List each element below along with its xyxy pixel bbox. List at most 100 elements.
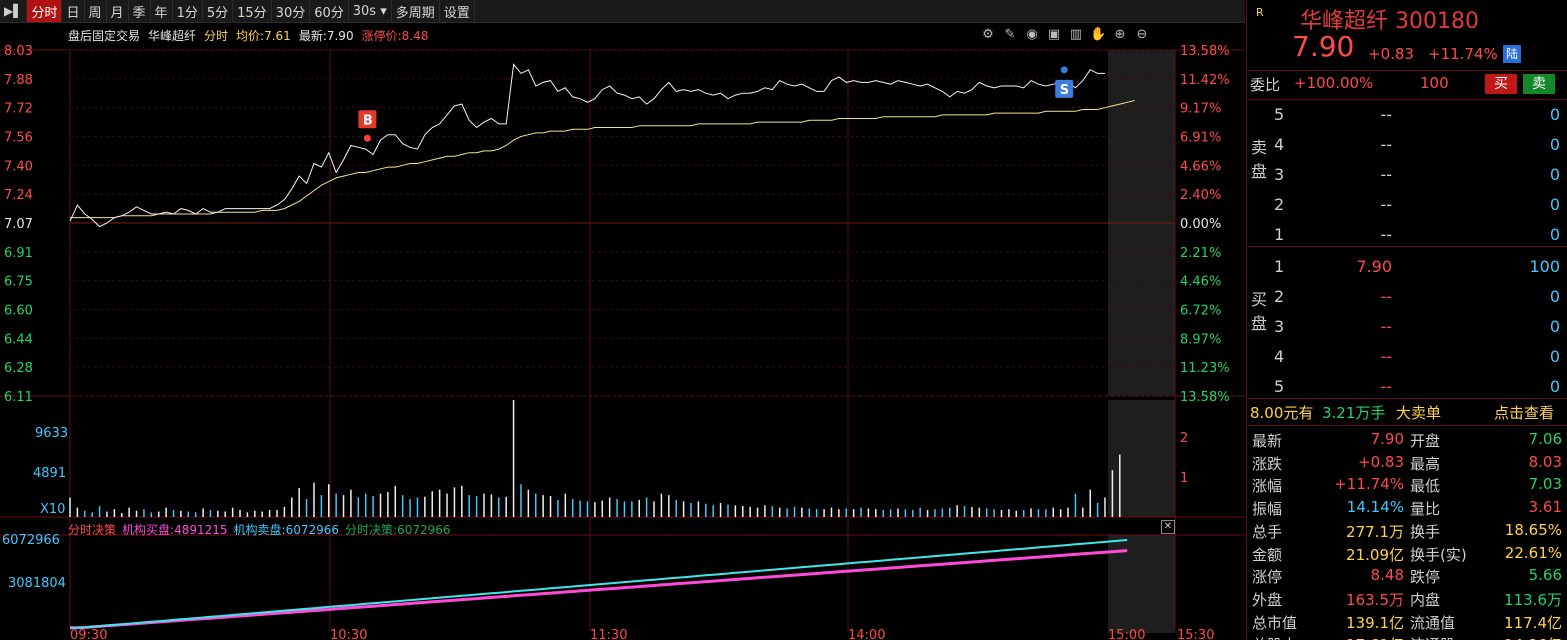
period-tab[interactable]: 日 (62, 0, 85, 22)
after-hours-region (1108, 400, 1175, 517)
price-tick-label: 6.28 (4, 361, 33, 376)
stat-value: 8.48 (1370, 566, 1404, 585)
stat-value: 21.09亿 (1346, 545, 1404, 564)
after-hours-region (1108, 535, 1175, 633)
level-volume: 0 (1549, 195, 1560, 214)
period-tab[interactable]: 月 (107, 0, 129, 22)
pct-tick-label: 0.00% (1180, 217, 1221, 232)
price-tick-label: 6.75 (4, 275, 33, 290)
price-tick-label: 6.60 (4, 304, 33, 319)
pct-tick-label: 4.66% (1180, 159, 1221, 174)
trash-icon[interactable]: ▥ (1068, 27, 1084, 43)
period-tab[interactable]: 季 (129, 0, 151, 22)
current-price: 7.90 (1292, 30, 1355, 63)
volume-right-label: 1 (1180, 471, 1188, 486)
level-volume: 0 (1549, 165, 1560, 184)
indicator2-name[interactable]: 分时决策 (68, 521, 116, 538)
close-indicator-icon[interactable]: ✕ (1161, 520, 1175, 534)
stat-label: 换手 (1410, 522, 1441, 541)
stat-label: 金额 (1252, 545, 1283, 564)
stat-label: 流通值 (1410, 613, 1456, 632)
decision-value: 6072966 (397, 523, 451, 537)
chart-subheader: 盘后固定交易 华峰超纤 分时 均价:7.61 最新:7.90 涨停价:8.48 (68, 27, 428, 44)
level-number: 3 (1274, 317, 1285, 336)
settings-icon[interactable]: ⚙ (980, 27, 996, 43)
stat-value: 139.1亿 (1346, 613, 1404, 632)
chart-stock-name: 华峰超纤 (148, 29, 197, 43)
buy-marker-dot (363, 134, 371, 142)
time-tick-label: 14:00 (848, 628, 885, 640)
intraday-chart[interactable]: 8.03 13.58% 7.88 11.42% 7.72 9.17% 7.56 6.91% 7.… (0, 23, 1245, 640)
hand-icon[interactable]: ✋ (1090, 27, 1106, 43)
stat-label: 最低 (1410, 477, 1441, 496)
level-volume: 0 (1549, 225, 1560, 244)
ind2-tick-label: 3081804 (8, 576, 66, 591)
level-number: 2 (1274, 287, 1285, 306)
zoom-out-icon[interactable]: ⊖ (1134, 27, 1150, 43)
period-tab[interactable]: 设置 (440, 0, 475, 22)
level-price: -- (1380, 225, 1392, 244)
pct-tick-label: 13.58% (1180, 44, 1230, 59)
stat-value: 8.03 (1528, 452, 1562, 471)
r-mark: R (1256, 6, 1264, 19)
pct-tick-label: 4.46% (1180, 275, 1221, 290)
avg-value: 7.61 (264, 29, 291, 43)
volume-right-label: 2 (1180, 431, 1188, 446)
pct-tick-label: 6.91% (1180, 131, 1221, 146)
period-tab[interactable]: 1分 (173, 0, 203, 22)
pct-tick-label: 6.72% (1180, 304, 1221, 319)
level-volume: 100 (1529, 257, 1560, 276)
period-tab[interactable]: 5分 (203, 0, 234, 22)
inst-sell-line (70, 539, 1128, 629)
basket-icon[interactable]: ▣ (1046, 27, 1062, 43)
weibi-value: +100.00% (1294, 74, 1374, 92)
time-tick-label: 11:30 (590, 628, 627, 640)
stat-value: 3.61 (1528, 498, 1562, 517)
inst-buy-label: 机构买盘: (122, 523, 175, 537)
stat-label: 外盘 (1252, 590, 1283, 609)
stat-value: 14.14% (1346, 498, 1404, 517)
level-number: 5 (1274, 377, 1285, 396)
panel-toggle-icon[interactable]: ▶▌ (0, 0, 28, 22)
level-price: -- (1380, 105, 1392, 124)
sell-button[interactable]: 卖 (1523, 74, 1555, 94)
period-tab[interactable]: 60分 (310, 0, 349, 22)
stat-value: 14.86亿 (1504, 634, 1562, 640)
level-price: -- (1380, 317, 1392, 336)
level-number: 5 (1274, 105, 1285, 124)
level-price: -- (1380, 347, 1392, 366)
bigorder-action[interactable]: 点击查看 (1494, 402, 1554, 423)
period-tab[interactable]: 30分 (272, 0, 311, 22)
volume-tick-label: X10 (40, 502, 65, 517)
draw-icon[interactable]: ✎ (1002, 27, 1018, 43)
latest-label: 最新: (298, 29, 327, 43)
pct-tick-label: 11.42% (1180, 73, 1230, 88)
volume-tick-label: 4891 (33, 466, 66, 481)
buy-button[interactable]: 买 (1485, 74, 1517, 94)
period-tab[interactable]: 周 (85, 0, 107, 22)
stat-label: 最新 (1252, 432, 1283, 450)
pct-tick-label: 11.23% (1180, 361, 1230, 376)
chart-period: 分时 (204, 29, 229, 43)
zoom-in-icon[interactable]: ⊕ (1112, 27, 1128, 43)
eye-icon[interactable]: ◉ (1024, 27, 1040, 43)
stat-value: +0.83 (1358, 452, 1404, 471)
limit-label: 涨停价: (361, 29, 402, 43)
period-tab[interactable]: 30s ▾ (349, 0, 392, 22)
chart-canvas[interactable]: 8.03 13.58% 7.88 11.42% 7.72 9.17% 7.56 6.91% 7.… (0, 23, 1245, 640)
period-tab[interactable]: 多周期 (392, 0, 440, 22)
stat-label: 换手(实) (1410, 545, 1467, 564)
period-tab[interactable]: 15分 (233, 0, 272, 22)
bigorder-qty: 3.21万手 (1322, 404, 1386, 422)
stat-label: 量比 (1410, 500, 1441, 519)
period-tab[interactable]: 年 (151, 0, 173, 22)
inst-buy-value: 4891215 (174, 523, 228, 537)
level-volume: 0 (1549, 377, 1560, 396)
buy-marker-label: B (363, 113, 373, 128)
stat-value: +11.74% (1334, 475, 1404, 494)
chart-tools: ⚙ ✎ ◉ ▣ ▥ ✋ ⊕ ⊖ (980, 27, 1150, 43)
level-volume: 0 (1549, 317, 1560, 336)
period-tab[interactable]: 分时 (27, 0, 63, 22)
stat-label: 总市值 (1252, 613, 1298, 632)
sell-side-label: 卖盘 (1251, 138, 1268, 181)
